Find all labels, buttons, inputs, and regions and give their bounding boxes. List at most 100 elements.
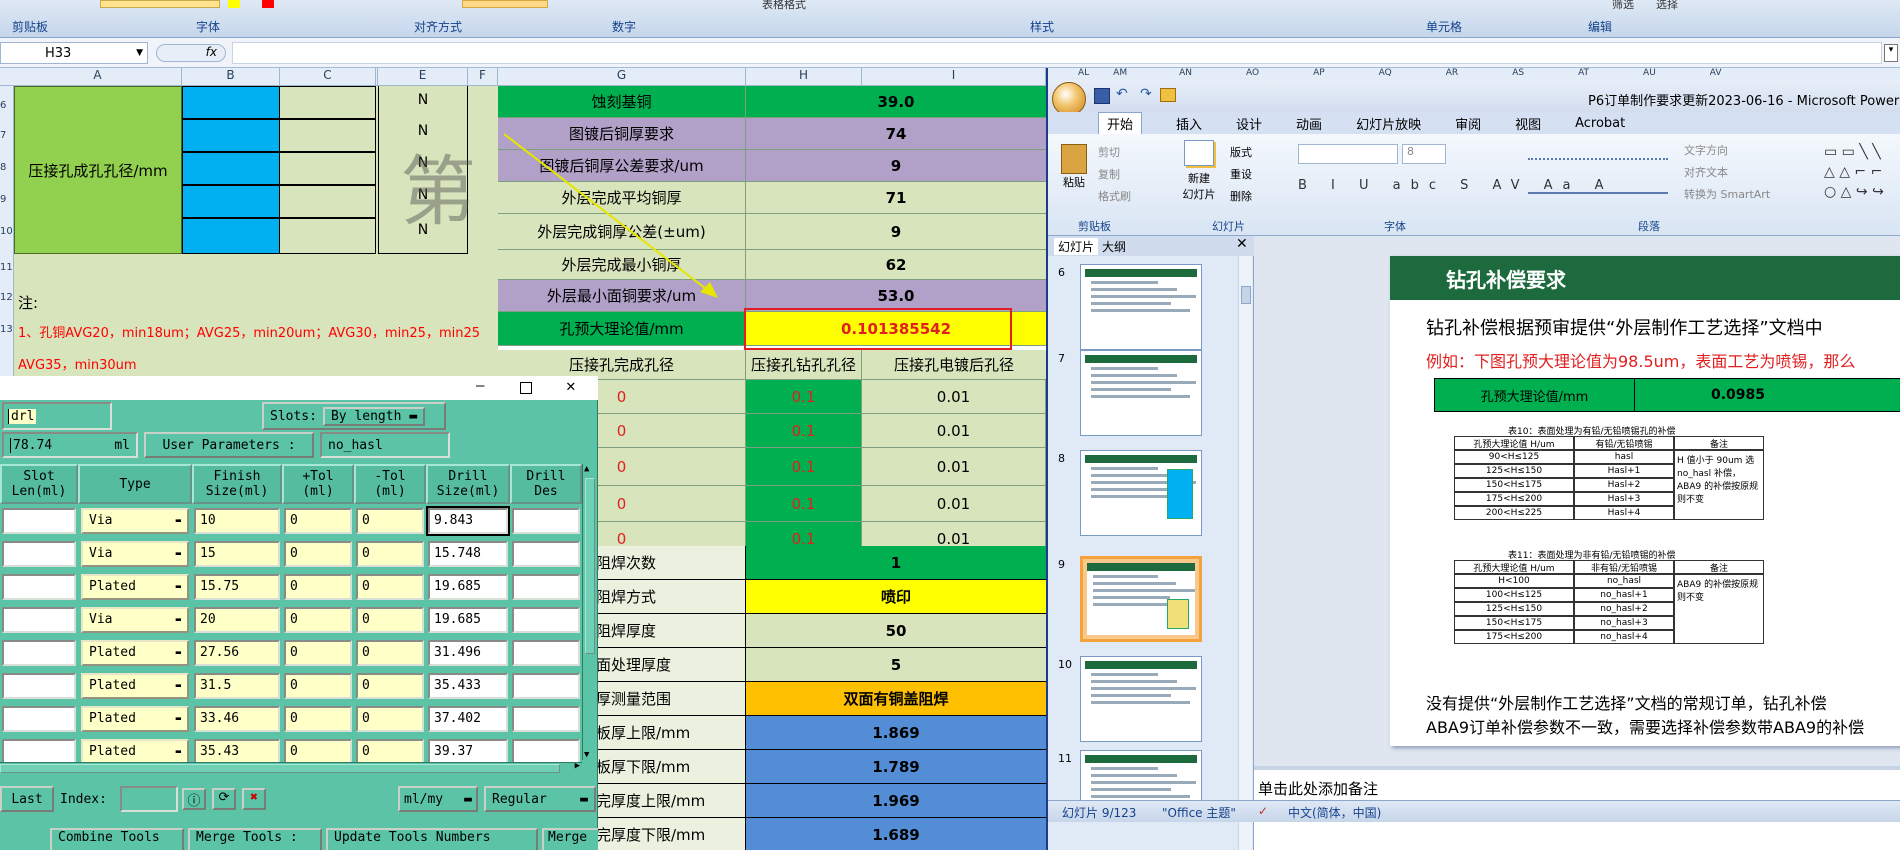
save-icon[interactable]	[1094, 88, 1110, 104]
filter-fragment[interactable]: 筛选	[1612, 0, 1634, 12]
slot-len-field[interactable]	[2, 606, 76, 633]
info-icon[interactable]: ⓘ	[182, 788, 206, 810]
row-number[interactable]: 7	[0, 130, 13, 162]
press-cell[interactable]: 0.1	[746, 448, 862, 486]
value-field[interactable]: 78.74 ml	[2, 432, 138, 458]
formula-input[interactable]	[232, 42, 1882, 64]
ptol-field[interactable]: 0	[284, 573, 352, 600]
drill-size-field[interactable]: 39.37	[428, 738, 508, 764]
drill-des-field[interactable]	[512, 507, 580, 534]
row-number[interactable]: 9	[0, 194, 13, 226]
param-label[interactable]: 孔预大理论值/mm	[498, 312, 746, 346]
col-header-a[interactable]: A	[14, 68, 182, 86]
drill-size-field[interactable]: 9.843	[426, 505, 510, 536]
slot-len-field[interactable]	[2, 540, 76, 567]
font-color-icon[interactable]	[262, 0, 274, 8]
param-label[interactable]: 蚀刻基铜	[498, 86, 746, 118]
finish-field[interactable]: 15	[194, 540, 280, 567]
finish-field[interactable]: 20	[194, 606, 280, 633]
spellcheck-icon[interactable]: ✓	[1258, 804, 1268, 818]
mtol-field[interactable]: 0	[356, 705, 424, 732]
type-dropdown[interactable]: Via ▬	[81, 606, 189, 633]
cyan-cell[interactable]	[182, 185, 280, 218]
expand-formula-icon[interactable]: ▾	[1884, 44, 1898, 62]
drill-size-field[interactable]: 35.433	[428, 672, 508, 699]
lower-value[interactable]: 双面有铜盖阻焊	[746, 682, 1046, 716]
drill-des-field[interactable]	[512, 705, 580, 732]
tab-outline[interactable]: 大纲	[1102, 238, 1126, 255]
scroll-up-icon[interactable]: ▲	[584, 464, 589, 474]
type-dropdown[interactable]: Plated ▬	[81, 738, 189, 764]
finish-field[interactable]: 35.43	[194, 738, 280, 764]
redo-icon[interactable]: ↷	[1140, 86, 1152, 102]
col-header-f[interactable]: F	[468, 68, 498, 86]
drl-name-field[interactable]: drl	[2, 402, 112, 430]
param-value[interactable]: 39.0	[746, 86, 1046, 118]
slots-control[interactable]: Slots: By length ▬	[262, 402, 446, 430]
slide-thumbnail[interactable]	[1080, 350, 1202, 436]
tab-home[interactable]: 开始	[1098, 112, 1143, 134]
close-icon[interactable]: ✕	[566, 376, 576, 395]
merge-button[interactable]: Merge	[542, 828, 598, 850]
drill-des-field[interactable]	[512, 639, 580, 666]
combine-tools-button[interactable]: Combine Tools	[50, 828, 184, 850]
merge-tools-button[interactable]: Merge Tools :	[188, 828, 322, 850]
tab-slides[interactable]: 幻灯片	[1054, 238, 1099, 255]
col-header-c[interactable]: C	[280, 68, 376, 86]
delete-icon[interactable]: ✖	[242, 788, 266, 810]
align-icons[interactable]	[1528, 180, 1668, 194]
mtol-field[interactable]: 0	[356, 573, 424, 600]
wrap-text-button[interactable]	[462, 0, 548, 8]
user-params-field[interactable]: no_hasl	[320, 432, 450, 458]
tab-acrobat[interactable]: Acrobat	[1575, 116, 1625, 131]
scroll-down-icon[interactable]: ▼	[584, 750, 589, 760]
mtol-field[interactable]: 0	[356, 606, 424, 633]
drill-des-field[interactable]	[512, 672, 580, 699]
drill-size-field[interactable]: 31.496	[428, 639, 508, 666]
col-header-b[interactable]: B	[182, 68, 280, 86]
cyan-cell[interactable]	[182, 119, 280, 152]
text-direction-button[interactable]: 文字方向	[1684, 142, 1728, 158]
scroll-thumb[interactable]	[585, 478, 595, 654]
slide-thumbnail[interactable]	[1080, 450, 1202, 536]
ptol-field[interactable]: 0	[284, 606, 352, 633]
drill-des-field[interactable]	[512, 738, 580, 764]
ptol-field[interactable]: 0	[284, 672, 352, 699]
row-number[interactable]: 10	[0, 226, 13, 262]
ptol-field[interactable]: 0	[284, 639, 352, 666]
ptol-field[interactable]: 0	[284, 705, 352, 732]
slot-len-field[interactable]	[2, 639, 76, 666]
type-dropdown[interactable]: Plated ▬	[81, 639, 189, 666]
format-painter-button[interactable]: 格式刷	[1098, 188, 1131, 204]
row-number[interactable]: 13	[0, 324, 13, 356]
paste-button[interactable]: 粘贴	[1056, 144, 1092, 204]
drl-vscrollbar[interactable]: ▲ ▼	[582, 464, 596, 760]
update-tools-button[interactable]: Update Tools Numbers	[326, 828, 538, 850]
slots-dropdown[interactable]: By length ▬	[322, 406, 426, 426]
tab-insert[interactable]: 插入	[1176, 114, 1202, 133]
delete-button[interactable]: 删除	[1230, 188, 1252, 204]
slide-thumbnail[interactable]	[1080, 264, 1202, 350]
mtol-field[interactable]: 0	[356, 507, 424, 534]
drl-hscrollbar[interactable]: ▶	[0, 761, 582, 774]
type-dropdown[interactable]: Via ▬	[81, 540, 189, 567]
drill-size-field[interactable]: 19.685	[428, 606, 508, 633]
col-header-i[interactable]: I	[862, 68, 1046, 86]
drill-des-field[interactable]	[512, 573, 580, 600]
last-button[interactable]: Last	[0, 786, 54, 812]
tab-review[interactable]: 审阅	[1455, 114, 1481, 133]
font-name-box[interactable]	[1298, 144, 1398, 164]
slide-thumbnail[interactable]	[1080, 656, 1202, 742]
type-dropdown[interactable]: Plated ▬	[81, 573, 189, 600]
undo-icon[interactable]: ↶	[1116, 86, 1128, 102]
lower-value[interactable]: 1	[746, 546, 1046, 580]
param-value[interactable]: 71	[746, 182, 1046, 214]
highlight-color-icon[interactable]	[228, 0, 240, 8]
tab-slideshow[interactable]: 幻灯片放映	[1356, 114, 1421, 133]
press-cell[interactable]: 0.1	[746, 380, 862, 414]
param-value[interactable]: 9	[746, 150, 1046, 182]
col-header-g[interactable]: G	[498, 68, 746, 86]
font-size-box[interactable]: 8	[1402, 144, 1446, 164]
press-fit-cell[interactable]: 压接孔成孔孔径/mm	[14, 86, 182, 254]
row-number[interactable]: 12	[0, 292, 13, 324]
